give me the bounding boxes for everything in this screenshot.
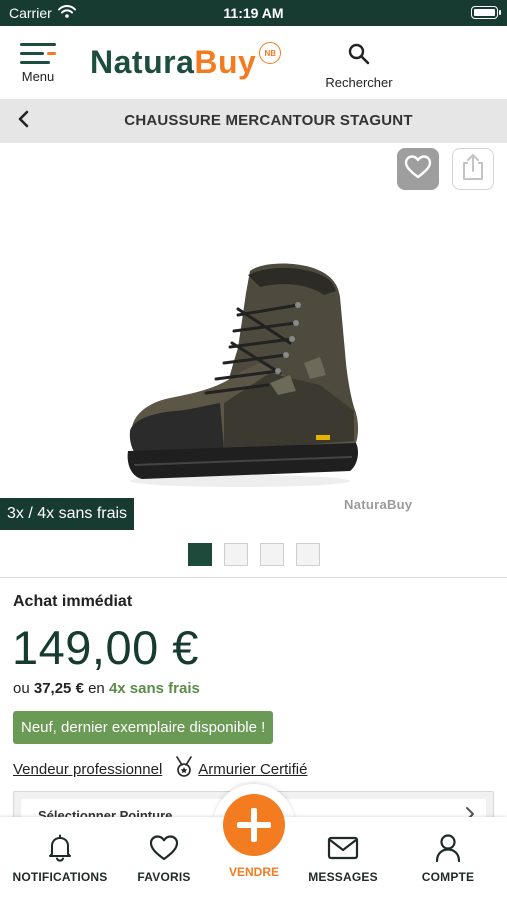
purchase-type: Achat immédiat — [13, 593, 133, 610]
tab-favorites[interactable]: FAVORIS — [114, 833, 214, 884]
pager-dot-3[interactable] — [260, 543, 284, 566]
logo-badge: NB — [259, 42, 282, 64]
installment-prefix: ou — [13, 680, 30, 697]
availability-badge: Neuf, dernier exemplaire disponible ! — [13, 711, 274, 744]
search-label: Rechercher — [325, 75, 393, 90]
person-icon — [398, 833, 498, 863]
tab-messages[interactable]: MESSAGES — [293, 833, 393, 884]
title-bar: CHAUSSURE MERCANTOUR STAGUNT — [0, 99, 507, 143]
certification-link[interactable]: Armurier Certifié — [174, 756, 307, 782]
status-time: 11:19 AM — [223, 5, 284, 21]
tab-account-label: COMPTE — [421, 870, 475, 884]
price: 149,00 € — [12, 621, 199, 674]
pager-dot-1[interactable] — [188, 543, 212, 566]
product-gallery[interactable]: NaturaBuy 3x / 4x sans frais — [0, 143, 507, 578]
installment-middle: en — [88, 680, 105, 697]
installment-tag: 3x / 4x sans frais — [0, 498, 135, 530]
seller-row: Vendeur professionnel Armurier Certifié — [13, 756, 307, 782]
tab-account[interactable]: COMPTE — [398, 833, 498, 884]
sell-button[interactable] — [223, 794, 285, 856]
medal-icon — [174, 756, 194, 782]
search-icon — [347, 43, 371, 70]
bell-icon — [10, 833, 110, 863]
share-button[interactable] — [452, 148, 494, 190]
battery-icon — [471, 6, 501, 19]
tab-notifications[interactable]: NOTIFICATIONS — [10, 833, 110, 884]
plus-icon — [237, 808, 271, 842]
heart-icon — [114, 833, 214, 863]
app-header: Menu Natura Buy NB Rechercher — [0, 26, 507, 99]
logo-buy: Buy — [194, 44, 257, 80]
search-button[interactable]: Rechercher — [316, 42, 402, 92]
installment-plan: 4x sans frais — [108, 680, 200, 697]
installment-amount: 37,25 € — [33, 680, 84, 697]
share-icon — [461, 153, 485, 186]
back-button[interactable] — [12, 110, 34, 132]
pager-dot-2[interactable] — [224, 543, 248, 566]
back-chevron-icon — [17, 110, 29, 133]
envelope-icon — [293, 833, 393, 863]
page-title: CHAUSSURE MERCANTOUR STAGUNT — [124, 112, 413, 129]
logo-natura: Natura — [90, 44, 195, 80]
menu-icon — [20, 42, 56, 66]
favorite-button[interactable] — [397, 148, 439, 190]
certification-label: Armurier Certifié — [198, 760, 308, 778]
menu-button[interactable]: Menu — [14, 42, 62, 92]
image-pager[interactable] — [188, 543, 320, 566]
app-root: Carrier 11:19 AM Menu Natura Buy NB Rech… — [0, 0, 507, 900]
watermark: NaturaBuy — [344, 497, 413, 512]
menu-label: Menu — [21, 69, 55, 84]
pager-dot-4[interactable] — [296, 543, 320, 566]
installment-line: ou 37,25 € en 4x sans frais — [13, 680, 200, 697]
status-bar: Carrier 11:19 AM — [0, 0, 507, 26]
tab-notifications-label: NOTIFICATIONS — [12, 870, 108, 884]
seller-type-link[interactable]: Vendeur professionnel — [13, 761, 162, 778]
naturabuy-logo[interactable]: Natura Buy NB — [90, 42, 282, 84]
tab-messages-label: MESSAGES — [308, 870, 378, 884]
heart-icon — [404, 154, 432, 185]
product-image — [120, 253, 370, 503]
divider — [0, 577, 507, 578]
tab-favorites-label: FAVORIS — [137, 870, 191, 884]
tab-sell-label[interactable]: VENDRE — [203, 865, 305, 879]
